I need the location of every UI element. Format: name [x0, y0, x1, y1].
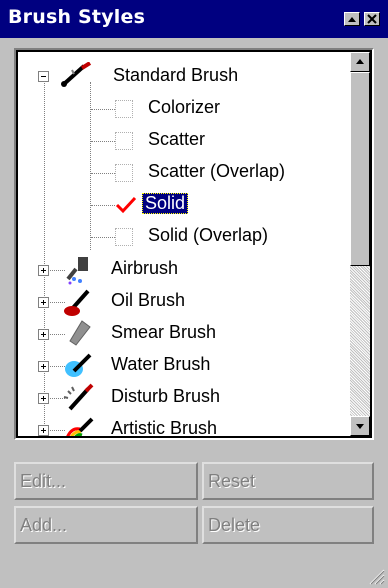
airbrush-icon [66, 257, 88, 285]
smear-brush-icon [69, 320, 91, 346]
tree-item-label: Airbrush [111, 258, 179, 278]
tree-item-standard-brush[interactable]: Standard Brush [18, 62, 338, 92]
checkmark-icon [115, 196, 137, 214]
tree-branch-line [91, 109, 115, 110]
tree-item-label: Standard Brush [113, 65, 239, 85]
vertical-scrollbar[interactable] [350, 52, 370, 436]
edit-button-label: Edit... [20, 471, 67, 491]
tree-item-label: Colorizer [148, 97, 221, 117]
tree-branch-line [91, 141, 115, 142]
tree-item-colorizer[interactable]: Colorizer [18, 94, 338, 124]
tree-branch-line [91, 173, 115, 174]
checkbox-colorizer[interactable] [115, 100, 133, 118]
artistic-brush-icon [66, 417, 94, 436]
tree-item-label: Solid [142, 193, 189, 214]
tree-item-smear-brush[interactable]: Smear Brush [18, 319, 338, 349]
disturb-brush-icon [63, 383, 94, 411]
delete-button-label: Delete [208, 515, 261, 535]
scroll-down-button[interactable] [350, 416, 370, 436]
tree-item-airbrush[interactable]: Airbrush [18, 255, 338, 285]
resize-grip-icon[interactable] [366, 566, 386, 586]
tree-item-label: Water Brush [111, 354, 211, 374]
close-icon [367, 14, 377, 24]
brush-list-frame: Standard Brush Colorizer Scatter Scatter… [14, 48, 374, 440]
expand-toggle[interactable] [38, 297, 49, 308]
edit-button[interactable]: Edit... [14, 462, 198, 500]
checkbox-solid-overlap[interactable] [115, 228, 133, 246]
expand-toggle[interactable] [38, 361, 49, 372]
tree-item-scatter-overlap[interactable]: Scatter (Overlap) [18, 158, 338, 188]
tree-item-disturb-brush[interactable]: Disturb Brush [18, 383, 338, 413]
expand-toggle[interactable] [38, 329, 49, 340]
title-bar[interactable]: Brush Styles [0, 0, 388, 38]
tree-item-label: Solid (Overlap) [148, 225, 269, 245]
tree-item-solid-overlap[interactable]: Solid (Overlap) [18, 222, 338, 252]
oil-brush-icon [64, 289, 90, 316]
tree: Standard Brush Colorizer Scatter Scatter… [18, 52, 338, 436]
add-button[interactable]: Add... [14, 506, 198, 544]
water-brush-icon [65, 353, 92, 377]
brush-styles-window: Brush Styles Standard Brush Colorizer Sc… [0, 0, 388, 588]
tree-item-label: Artistic Brush [111, 418, 218, 436]
checkbox-scatter[interactable] [115, 132, 133, 150]
arrow-down-icon [356, 424, 364, 429]
checkbox-scatter-overlap[interactable] [115, 164, 133, 182]
tree-item-label: Oil Brush [111, 290, 186, 310]
collapse-toggle[interactable] [38, 71, 49, 82]
expand-toggle[interactable] [38, 393, 49, 404]
tree-item-label: Disturb Brush [111, 386, 221, 406]
tree-item-scatter[interactable]: Scatter [18, 126, 338, 156]
tree-item-water-brush[interactable]: Water Brush [18, 351, 338, 381]
brush-tree-view[interactable]: Standard Brush Colorizer Scatter Scatter… [18, 52, 370, 436]
standard-brush-icon [61, 62, 92, 87]
add-button-label: Add... [20, 515, 68, 535]
scroll-up-button[interactable] [350, 52, 370, 72]
close-button[interactable] [364, 12, 380, 26]
tree-item-solid[interactable]: Solid [18, 190, 338, 220]
window-title: Brush Styles [8, 6, 146, 28]
tree-item-oil-brush[interactable]: Oil Brush [18, 287, 338, 317]
scroll-thumb[interactable] [350, 72, 370, 266]
expand-toggle[interactable] [38, 425, 49, 436]
reset-button[interactable]: Reset [202, 462, 374, 500]
tree-branch-line [91, 237, 115, 238]
arrow-up-icon [356, 59, 364, 64]
reset-button-label: Reset [208, 471, 256, 491]
tree-item-label: Scatter [148, 129, 206, 149]
delete-button[interactable]: Delete [202, 506, 374, 544]
tree-branch-line [91, 205, 115, 206]
tree-item-label: Smear Brush [111, 322, 217, 342]
tree-item-artistic-brush[interactable]: Artistic Brush [18, 415, 338, 436]
maximize-icon [348, 17, 356, 22]
tree-item-label: Scatter (Overlap) [148, 161, 286, 181]
expand-toggle[interactable] [38, 265, 49, 276]
maximize-button[interactable] [344, 12, 360, 26]
